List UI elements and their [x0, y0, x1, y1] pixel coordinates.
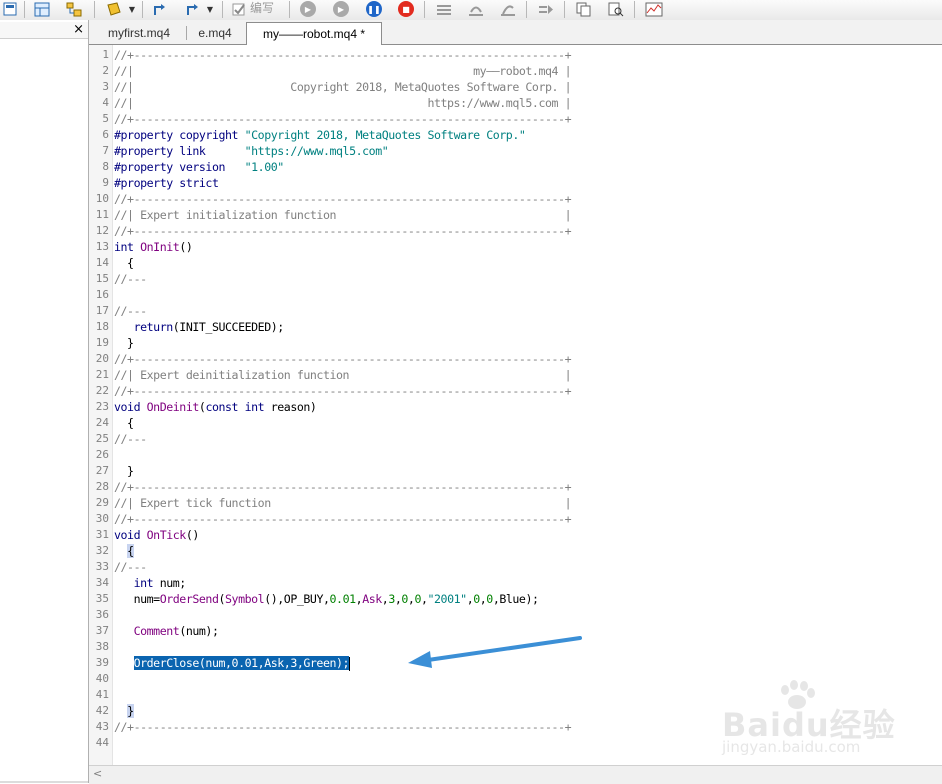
step-out-icon[interactable] [498, 0, 518, 18]
navigator-panel-header: × [0, 22, 88, 39]
tab-myfirst[interactable]: myfirst.mq4 [95, 24, 183, 43]
watermark: Baidu经验 jingyan.baidu.com [722, 680, 902, 760]
start-real-icon[interactable]: ▶ [331, 0, 351, 18]
goto-icon[interactable] [150, 0, 170, 18]
stop-icon[interactable]: ■ [396, 0, 416, 18]
selected-code: OrderClose(num,0.01,Ask,3,Green); [133, 656, 350, 670]
compile-label[interactable]: 编写 [250, 0, 274, 18]
watermark-url: jingyan.baidu.com [722, 738, 861, 756]
annotation-arrow [408, 636, 582, 668]
tree-view-icon[interactable] [64, 0, 84, 18]
step-over-icon[interactable] [466, 0, 486, 18]
chevron-down-icon[interactable]: ▼ [128, 0, 136, 18]
next-icon[interactable] [536, 0, 556, 18]
copy-icon[interactable] [574, 0, 594, 18]
window-layout-icon[interactable] [32, 0, 52, 18]
find-icon[interactable] [606, 0, 626, 18]
compile-icon[interactable] [230, 0, 250, 18]
chevron-down-icon[interactable]: ▼ [206, 0, 214, 18]
toolbar: ▼ ▼ 编写 ▶ ▶ ❚❚ ■ [0, 0, 942, 21]
navigator-icon[interactable] [0, 0, 20, 18]
bookmark-icon[interactable] [104, 0, 124, 18]
start-icon[interactable]: ▶ [298, 0, 318, 18]
scroll-left-icon[interactable]: < [93, 767, 102, 780]
horizontal-scrollbar[interactable]: < [89, 765, 942, 784]
close-icon[interactable]: × [73, 22, 84, 38]
step-into-icon[interactable] [434, 0, 454, 18]
goto-back-icon[interactable] [182, 0, 202, 18]
navigator-panel: × [0, 20, 89, 783]
pause-icon[interactable]: ❚❚ [364, 0, 384, 18]
editor-tab-bar: myfirst.mq4 e.mq4 my——robot.mq4 * [89, 20, 942, 46]
tab-my-robot[interactable]: my——robot.mq4 * [246, 22, 382, 46]
tab-e[interactable]: e.mq4 [189, 24, 241, 43]
chart-icon[interactable] [644, 0, 664, 18]
